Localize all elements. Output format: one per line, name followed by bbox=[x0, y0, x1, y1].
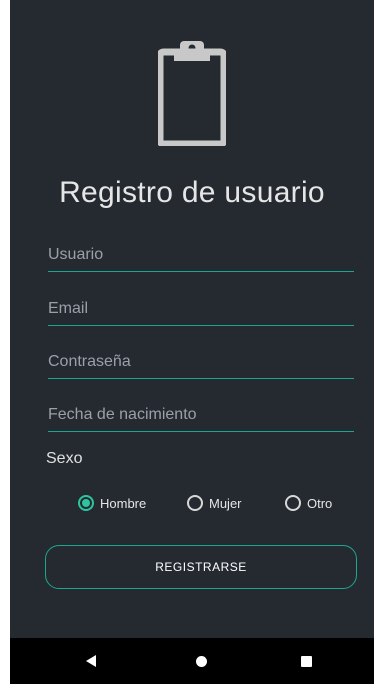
header-icon-container bbox=[10, 36, 374, 148]
back-triangle-icon[interactable] bbox=[86, 655, 96, 667]
register-button[interactable]: REGISTRARSE bbox=[45, 545, 357, 589]
email-field-wrap bbox=[48, 295, 354, 326]
radio-unchecked-icon bbox=[285, 495, 301, 511]
app-screen: Registro de usuario Sexo Hombre Mujer Ot… bbox=[10, 0, 374, 684]
clipboard-icon bbox=[158, 41, 226, 146]
radio-hombre-label: Hombre bbox=[100, 495, 147, 511]
birthdate-field-wrap bbox=[48, 401, 354, 432]
radio-mujer-label: Mujer bbox=[209, 495, 242, 511]
sex-label: Sexo bbox=[46, 450, 83, 467]
radio-unchecked-icon bbox=[187, 495, 203, 511]
password-field-wrap bbox=[48, 348, 354, 379]
radio-checked-icon bbox=[78, 495, 94, 511]
radio-otro-label: Otro bbox=[307, 495, 333, 511]
home-circle-icon[interactable] bbox=[196, 656, 207, 667]
radio-mujer[interactable]: Mujer bbox=[187, 492, 242, 514]
email-input[interactable] bbox=[48, 295, 354, 323]
system-navbar bbox=[10, 638, 374, 684]
page-title: Registro de usuario bbox=[59, 176, 325, 209]
radio-otro[interactable]: Otro bbox=[285, 492, 332, 514]
recents-square-icon[interactable] bbox=[301, 656, 312, 667]
usuario-field-wrap bbox=[48, 241, 354, 272]
usuario-input[interactable] bbox=[48, 241, 354, 269]
birthdate-input[interactable] bbox=[48, 401, 354, 429]
password-input[interactable] bbox=[48, 348, 354, 376]
radio-hombre[interactable]: Hombre bbox=[78, 492, 146, 514]
